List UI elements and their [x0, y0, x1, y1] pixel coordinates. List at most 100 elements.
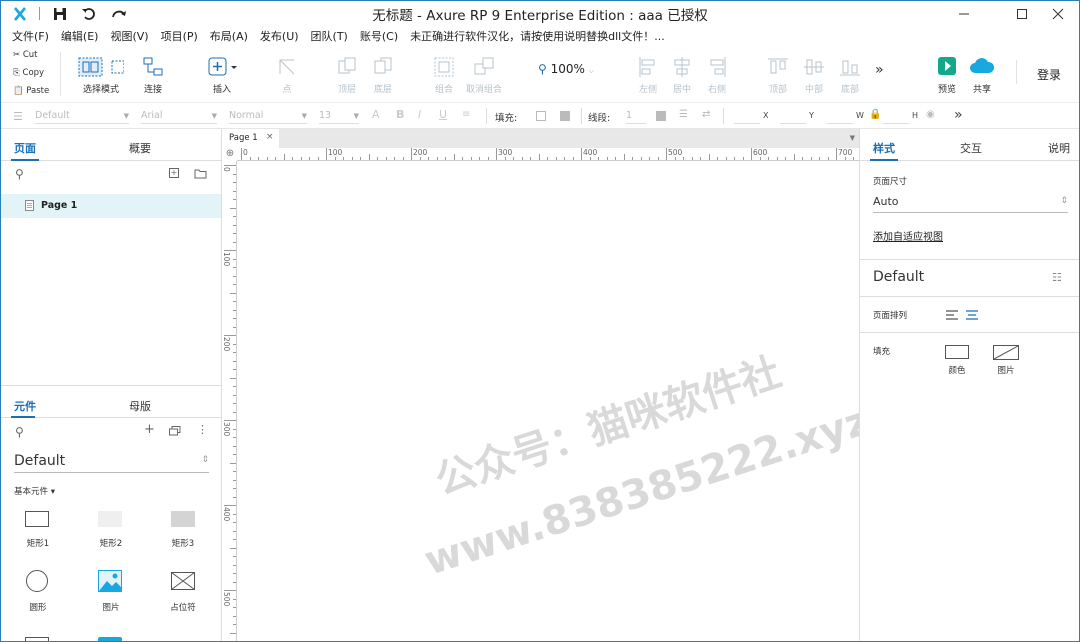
login-button[interactable]: 登录 — [1037, 66, 1061, 83]
font-weight-select[interactable]: Normal ▼ — [229, 110, 307, 124]
align-right-button[interactable]: 右侧 — [706, 56, 728, 95]
tab-list-dropdown-icon[interactable]: ▼ — [850, 134, 855, 142]
library-select[interactable]: Default ⇕ — [14, 453, 209, 473]
ruler-label: 200 — [413, 148, 428, 157]
width-input[interactable] — [827, 110, 853, 124]
menu-project[interactable]: 项目(P) — [161, 28, 198, 44]
ruler-tick — [462, 157, 463, 160]
tab-style[interactable]: 样式 — [873, 140, 895, 156]
add-folder-icon[interactable] — [194, 168, 207, 179]
line-pattern-icon[interactable]: ☰ — [679, 109, 688, 120]
page-icon — [25, 200, 34, 211]
italic-icon[interactable]: I — [418, 108, 421, 121]
tab-notes[interactable]: 说明 — [1048, 140, 1070, 156]
zoom-select[interactable]: ⚲ 100% ⌵ — [538, 62, 594, 76]
point-button[interactable]: 点 — [275, 56, 299, 95]
tab-masters[interactable]: 母版 — [129, 398, 151, 414]
image-widget-icon[interactable] — [98, 570, 122, 592]
ruler-tick — [538, 154, 540, 160]
bold-icon[interactable]: B — [396, 108, 404, 121]
search-icon[interactable]: ⚲ — [15, 167, 24, 181]
rectangle2-widget[interactable] — [98, 511, 122, 527]
align-bottom-button[interactable]: 底部 — [839, 56, 861, 95]
y-input[interactable] — [780, 110, 806, 124]
visibility-eye-icon[interactable]: ◉ — [926, 109, 935, 120]
menu-layout[interactable]: 布局(A) — [210, 28, 248, 44]
minimize-button[interactable] — [941, 1, 987, 26]
align-left-page-icon[interactable] — [946, 310, 958, 320]
align-top-button[interactable]: 顶部 — [767, 56, 789, 95]
paste-button[interactable]: 📋 Paste — [13, 86, 49, 96]
align-left-button[interactable]: 左侧 — [637, 56, 659, 95]
canvas-area[interactable]: Page 1 × ▼ ⊕ 0 100 200 300 400 500 600 700 0 100… — [222, 129, 875, 641]
widget-search-icon[interactable]: ⚲ — [15, 425, 24, 439]
style-edit-icon[interactable]: ☷ — [1052, 271, 1062, 284]
share-button[interactable]: 共享 — [968, 56, 996, 95]
lock-icon[interactable]: 🔒 — [869, 109, 881, 120]
more-tools-icon[interactable]: » — [875, 62, 884, 78]
basic-widgets-group[interactable]: 基本元件 ▾ — [14, 485, 55, 497]
dropdown-icon: ▼ — [301, 112, 307, 120]
placeholder-widget-icon[interactable] — [171, 572, 195, 590]
menu-team[interactable]: 团队(T) — [311, 28, 348, 44]
more-options-icon[interactable]: ⋮ — [197, 423, 208, 436]
text-align-icon[interactable]: ≡ — [462, 109, 470, 120]
close-tab-icon[interactable]: × — [266, 132, 274, 142]
style-editor-icon[interactable]: ☰ — [13, 110, 23, 123]
align-middle-button[interactable]: 中部 — [803, 56, 825, 95]
menu-publish[interactable]: 发布(U) — [260, 28, 299, 44]
menu-account[interactable]: 账号(C) — [360, 28, 398, 44]
connect-button[interactable]: 连接 — [141, 56, 165, 95]
tab-pages[interactable]: 页面 — [14, 140, 36, 156]
preview-button[interactable]: 预览 — [936, 56, 958, 95]
rectangle1-widget[interactable] — [25, 511, 49, 527]
page-list-item[interactable]: Page 1 — [1, 194, 221, 218]
fill-image-button[interactable] — [993, 345, 1019, 360]
copy-button[interactable]: ⎘ Copy — [13, 68, 44, 78]
group-button[interactable]: 组合 — [432, 56, 456, 95]
font-size-select[interactable]: 13 ▼ — [319, 110, 359, 124]
underline-icon[interactable]: U — [439, 108, 447, 121]
x-input[interactable] — [734, 110, 760, 124]
select-mode-icon — [78, 57, 125, 77]
bring-to-front-button[interactable]: 顶层 — [335, 56, 359, 95]
height-input[interactable] — [883, 110, 909, 124]
align-middle-icon — [804, 59, 824, 75]
page-size-label: 页面尺寸 — [873, 177, 908, 187]
insert-button[interactable]: 插入 — [207, 56, 237, 95]
style-select[interactable]: Default ▼ — [35, 110, 129, 124]
menu-file[interactable]: 文件(F) — [12, 28, 49, 44]
button-widget[interactable] — [25, 637, 49, 641]
add-page-icon[interactable]: + — [169, 168, 179, 178]
rectangle3-widget[interactable] — [171, 511, 195, 527]
fill-color-button[interactable] — [945, 345, 969, 359]
cut-button[interactable]: ✂ Cut — [13, 50, 37, 60]
more-format-icon[interactable]: » — [954, 107, 963, 123]
tab-interactions[interactable]: 交互 — [960, 140, 982, 156]
align-center-page-icon[interactable] — [966, 310, 978, 320]
primary-button-widget[interactable] — [98, 637, 122, 641]
tab-outline[interactable]: 概要 — [129, 140, 151, 156]
font-select[interactable]: Arial ▼ — [141, 110, 217, 124]
close-button[interactable] — [1035, 1, 1079, 26]
document-tab[interactable]: Page 1 × — [223, 129, 279, 148]
library-icon[interactable] — [169, 426, 181, 436]
menu-edit[interactable]: 编辑(E) — [61, 28, 99, 44]
tab-widgets[interactable]: 元件 — [14, 398, 36, 414]
circle-widget[interactable] — [26, 570, 48, 592]
ruler-origin-icon[interactable]: ⊕ — [223, 148, 237, 161]
fill-color-swatch[interactable] — [536, 111, 546, 121]
stroke-width-input[interactable]: 1 — [626, 110, 646, 124]
ungroup-button[interactable]: 取消组合 — [466, 56, 502, 95]
stroke-color-swatch[interactable] — [656, 111, 666, 121]
send-to-back-button[interactable]: 底层 — [371, 56, 395, 95]
page-size-select[interactable]: Auto ⇕ — [873, 195, 1068, 213]
add-library-icon[interactable]: + — [144, 422, 155, 437]
select-mode-button[interactable]: 选择模式 — [73, 56, 129, 95]
font-color-icon[interactable]: A — [372, 108, 380, 121]
arrow-style-icon[interactable]: ⇄ — [702, 109, 710, 120]
shadow-swatch[interactable] — [560, 111, 570, 121]
menu-view[interactable]: 视图(V) — [110, 28, 148, 44]
add-adaptive-view-link[interactable]: 添加自适应视图 — [873, 228, 943, 243]
align-center-button[interactable]: 居中 — [671, 56, 693, 95]
